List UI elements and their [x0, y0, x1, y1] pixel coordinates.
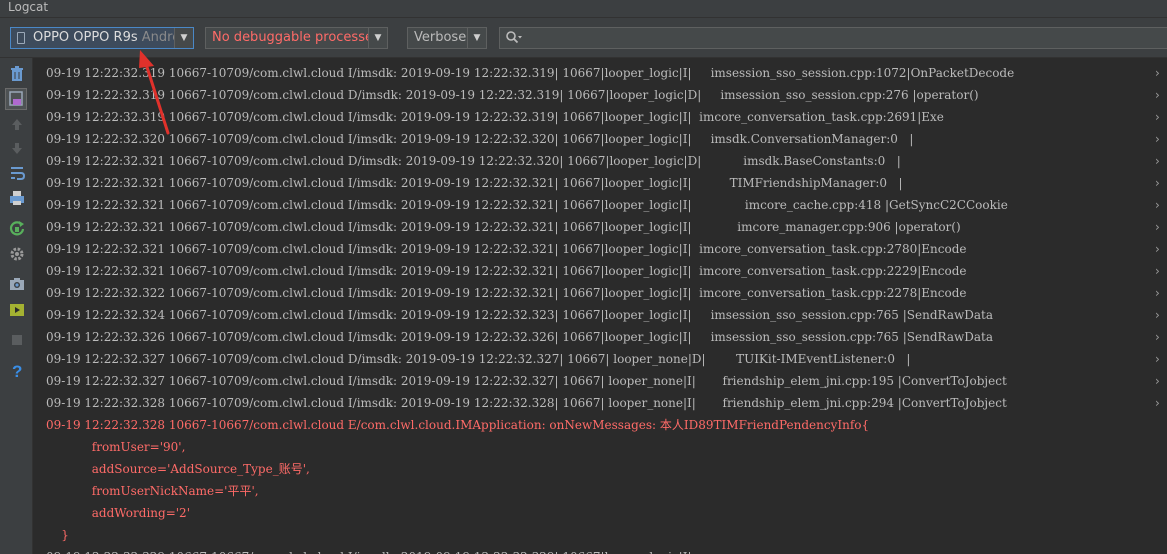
- restart-icon[interactable]: [7, 218, 27, 238]
- expand-chevron-icon[interactable]: ›: [1155, 172, 1167, 194]
- search-icon[interactable]: [505, 30, 523, 49]
- expand-chevron-icon[interactable]: ›: [1155, 84, 1167, 106]
- expand-chevron-icon[interactable]: ›: [1155, 392, 1167, 414]
- camera-icon[interactable]: [7, 274, 27, 294]
- log-line: 09-19 12:22:32.319 10667-10709/com.clwl.…: [46, 66, 1015, 80]
- log-level-selector[interactable]: Verbose ▼: [407, 27, 487, 49]
- log-line: fromUser='90',: [46, 440, 186, 454]
- expand-chevron-icon[interactable]: ›: [1155, 282, 1167, 304]
- soft-wrap-icon[interactable]: [7, 163, 27, 183]
- log-line: 09-19 12:22:32.328 10667-10709/com.clwl.…: [46, 396, 1007, 410]
- down-icon[interactable]: [7, 138, 27, 158]
- svg-text:?: ?: [12, 362, 22, 381]
- expand-chevron-icon[interactable]: ›: [1155, 128, 1167, 150]
- expand-chevron-icon[interactable]: ›: [1155, 150, 1167, 172]
- log-line: 09-19 12:22:32.326 10667-10709/com.clwl.…: [46, 330, 993, 344]
- logcat-sidebar: ?: [0, 58, 33, 554]
- search-input[interactable]: [526, 29, 1130, 49]
- log-line: 09-19 12:22:32.321 10667-10709/com.clwl.…: [46, 264, 967, 278]
- device-selector[interactable]: OPPO OPPO R9s Andrc ▼: [10, 27, 194, 49]
- log-line: }: [46, 528, 69, 542]
- search-field[interactable]: [499, 27, 1167, 49]
- logcat-output[interactable]: 09-19 12:22:32.319 10667-10709/com.clwl.…: [34, 58, 1167, 554]
- scroll-to-end-icon[interactable]: [5, 88, 27, 110]
- log-line: 09-19 12:22:32.329 10667-10667/com.clwl.…: [46, 546, 692, 554]
- tool-window-title: Logcat: [0, 0, 1167, 18]
- up-icon[interactable]: [7, 114, 27, 134]
- log-line: 09-19 12:22:32.327 10667-10709/com.clwl.…: [46, 352, 911, 366]
- chevron-down-icon[interactable]: ▼: [368, 28, 387, 48]
- expand-chevron-icon[interactable]: ›: [1155, 260, 1167, 282]
- expand-chevron-icon[interactable]: ›: [1155, 106, 1167, 128]
- chevron-down-icon[interactable]: ▼: [174, 28, 193, 48]
- phone-icon: [17, 32, 25, 44]
- print-icon[interactable]: [7, 188, 27, 208]
- expand-chevron-icon[interactable]: ›: [1155, 238, 1167, 260]
- expand-chevron-icon[interactable]: ›: [1155, 348, 1167, 370]
- expand-chevron-icon[interactable]: ›: [1155, 370, 1167, 392]
- logcat-toolbar: OPPO OPPO R9s Andrc ▼ No debuggable proc…: [0, 18, 1167, 58]
- expand-chevron-icon[interactable]: ›: [1155, 326, 1167, 348]
- log-line: 09-19 12:22:32.324 10667-10709/com.clwl.…: [46, 308, 993, 322]
- log-line: 09-19 12:22:32.321 10667-10709/com.clwl.…: [46, 176, 903, 190]
- expand-chevron-icon[interactable]: ›: [1155, 216, 1167, 238]
- log-line: 09-19 12:22:32.328 10667-10667/com.clwl.…: [46, 418, 870, 432]
- trash-icon[interactable]: [7, 64, 27, 84]
- chevron-down-icon[interactable]: ▼: [467, 28, 486, 48]
- log-line: 09-19 12:22:32.321 10667-10709/com.clwl.…: [46, 242, 967, 256]
- log-line: 09-19 12:22:32.319 10667-10709/com.clwl.…: [46, 88, 979, 102]
- device-name: OPPO OPPO R9s Andrc: [33, 30, 180, 45]
- log-line: 09-19 12:22:32.320 10667-10709/com.clwl.…: [46, 132, 914, 146]
- screen-record-icon[interactable]: [7, 300, 27, 320]
- log-line: 09-19 12:22:32.321 10667-10709/com.clwl.…: [46, 198, 1008, 212]
- log-line: 09-19 12:22:32.321 10667-10709/com.clwl.…: [46, 154, 901, 168]
- stop-icon[interactable]: [7, 330, 27, 350]
- process-value: No debuggable processes: [212, 30, 380, 45]
- log-level-value: Verbose: [414, 30, 467, 45]
- log-line: addSource='AddSource_Type_账号',: [46, 462, 310, 476]
- help-icon[interactable]: ?: [7, 361, 27, 381]
- expand-chevron-icon[interactable]: ›: [1155, 62, 1167, 84]
- log-line: addWording='2': [46, 506, 190, 520]
- log-line: 09-19 12:22:32.322 10667-10709/com.clwl.…: [46, 286, 967, 300]
- log-line: 09-19 12:22:32.327 10667-10709/com.clwl.…: [46, 374, 1007, 388]
- log-line: 09-19 12:22:32.319 10667-10709/com.clwl.…: [46, 110, 944, 124]
- process-selector[interactable]: No debuggable processes ▼: [205, 27, 388, 49]
- log-line: 09-19 12:22:32.321 10667-10709/com.clwl.…: [46, 220, 961, 234]
- expand-chevron-icon[interactable]: ›: [1155, 304, 1167, 326]
- log-line: fromUserNickName='平平',: [46, 484, 259, 498]
- expand-chevron-icon[interactable]: ›: [1155, 194, 1167, 216]
- settings-icon[interactable]: [7, 244, 27, 264]
